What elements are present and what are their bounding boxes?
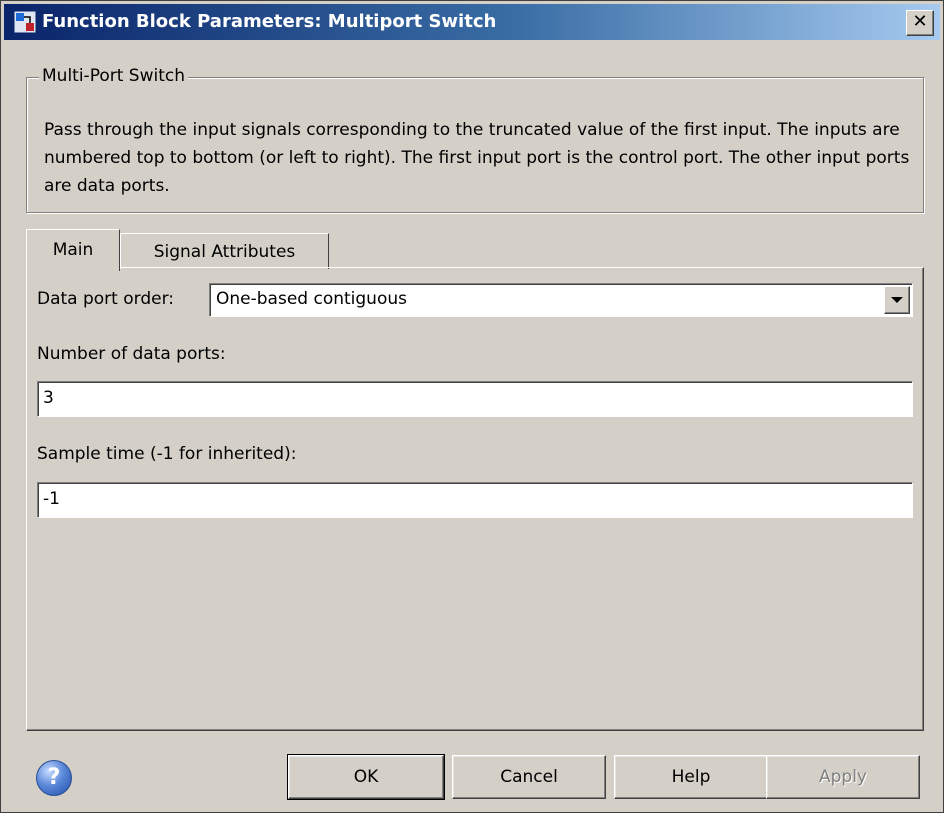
close-button[interactable]: ✕ xyxy=(906,10,934,36)
sample-time-input[interactable]: -1 xyxy=(37,482,913,518)
ok-button[interactable]: OK xyxy=(287,754,445,800)
close-icon: ✕ xyxy=(912,11,928,32)
sample-time-label: Sample time (-1 for inherited): xyxy=(37,444,297,464)
apply-button[interactable]: Apply xyxy=(766,755,920,799)
data-port-order-value: One-based contiguous xyxy=(216,289,407,309)
simulink-block-icon xyxy=(14,11,36,33)
data-port-order-select[interactable]: One-based contiguous xyxy=(209,283,913,317)
chevron-down-icon[interactable] xyxy=(884,286,910,314)
tab-main[interactable]: Main xyxy=(26,229,120,271)
help-button[interactable]: Help xyxy=(614,755,768,799)
cancel-button[interactable]: Cancel xyxy=(452,755,606,799)
num-data-ports-label: Number of data ports: xyxy=(37,344,226,364)
window-title: Function Block Parameters: Multiport Swi… xyxy=(42,11,497,32)
sample-time-value: -1 xyxy=(43,489,60,509)
group-legend: Multi-Port Switch xyxy=(39,66,188,86)
tab-signal-attributes[interactable]: Signal Attributes xyxy=(120,233,329,269)
num-data-ports-value: 3 xyxy=(43,388,54,408)
num-data-ports-input[interactable]: 3 xyxy=(37,381,913,417)
block-description-group: Multi-Port Switch Pass through the input… xyxy=(26,66,924,213)
data-port-order-label: Data port order: xyxy=(37,289,175,309)
dialog-window: Function Block Parameters: Multiport Swi… xyxy=(0,0,944,813)
block-description: Pass through the input signals correspon… xyxy=(44,120,910,196)
help-icon[interactable]: ? xyxy=(36,760,72,796)
title-bar[interactable]: Function Block Parameters: Multiport Swi… xyxy=(4,4,940,40)
